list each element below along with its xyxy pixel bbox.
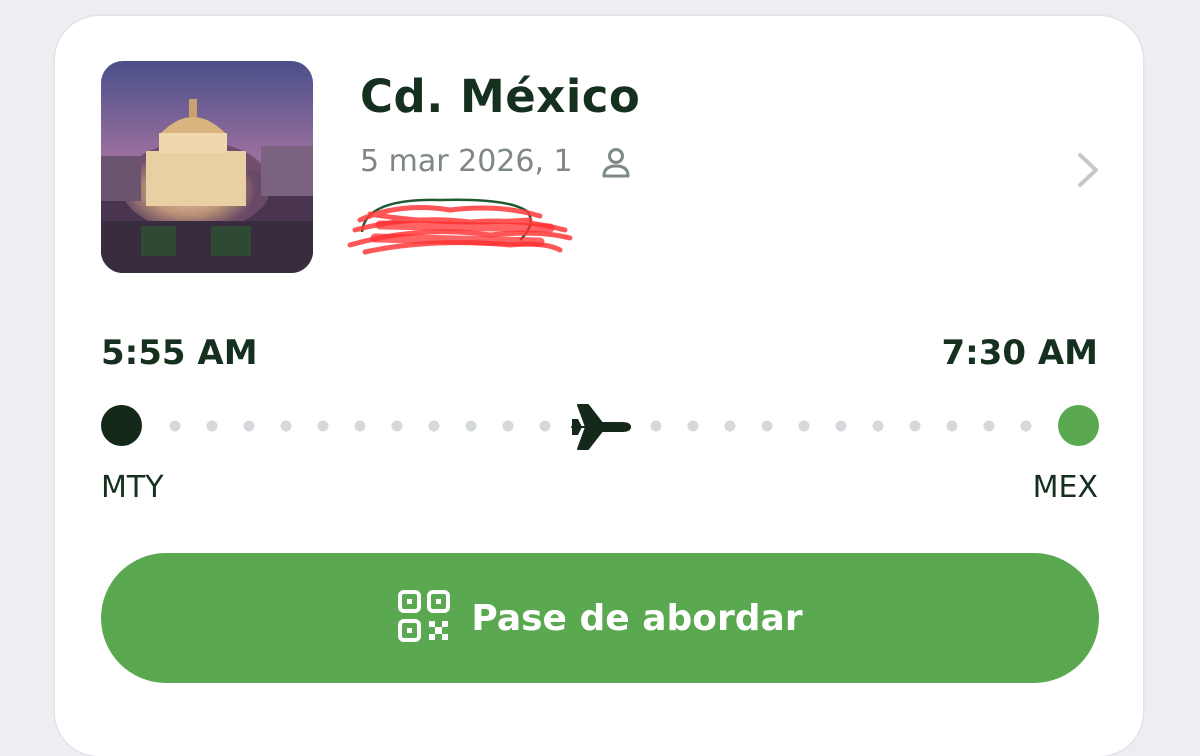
date-passenger-count: 5 mar 2026, 1 <box>360 144 573 179</box>
arrival-time: 7:30 AM <box>941 333 1098 373</box>
departure-time: 5:55 AM <box>101 333 258 373</box>
trip-date-passengers: 5 mar 2026, 1 <box>360 144 633 179</box>
qr-code-icon <box>397 589 451 647</box>
boarding-pass-button[interactable]: Pase de abordar <box>101 553 1099 683</box>
airplane-icon <box>568 397 632 461</box>
chevron-right-icon[interactable] <box>1072 150 1102 194</box>
origin-code: MTY <box>101 470 164 505</box>
person-icon <box>599 145 633 179</box>
destination-code: MEX <box>1032 470 1098 505</box>
destination-city: Cd. México <box>360 70 641 123</box>
boarding-pass-label: Pase de abordar <box>471 597 803 639</box>
destination-marker <box>1058 405 1099 446</box>
redacted-scribble <box>340 190 580 274</box>
origin-marker <box>101 405 142 446</box>
destination-photo <box>101 61 313 273</box>
